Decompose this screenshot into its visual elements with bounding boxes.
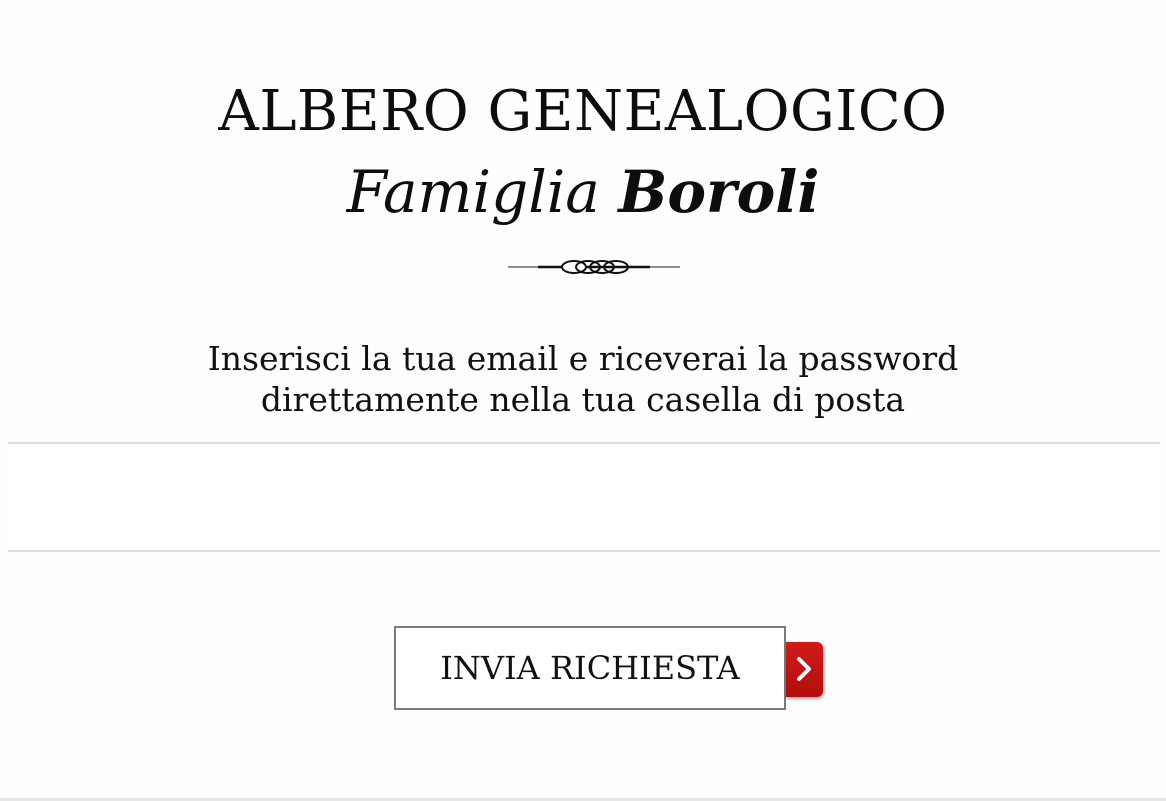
flourish-divider-icon (508, 260, 680, 274)
family-name: Boroli (618, 158, 820, 226)
instructions-line-2: direttamente nella tua casella di posta (260, 380, 906, 419)
subtitle-prefix: Famiglia (346, 158, 600, 226)
instructions-line-1: Inserisci la tua email e riceverai la pa… (207, 339, 959, 378)
family-subtitle: Famiglia Boroli (0, 156, 1166, 228)
submit-request-button[interactable]: INVIA RICHIESTA (394, 626, 786, 710)
instructions-text: Inserisci la tua email e riceverai la pa… (0, 338, 1166, 420)
chevron-right-icon (797, 657, 811, 681)
password-recovery-page: ALBERO GENEALOGICO Famiglia Boroli Inser… (0, 0, 1166, 801)
page-title: ALBERO GENEALOGICO (218, 79, 948, 144)
submit-arrow-button[interactable] (786, 642, 823, 697)
email-field[interactable] (8, 442, 1160, 552)
